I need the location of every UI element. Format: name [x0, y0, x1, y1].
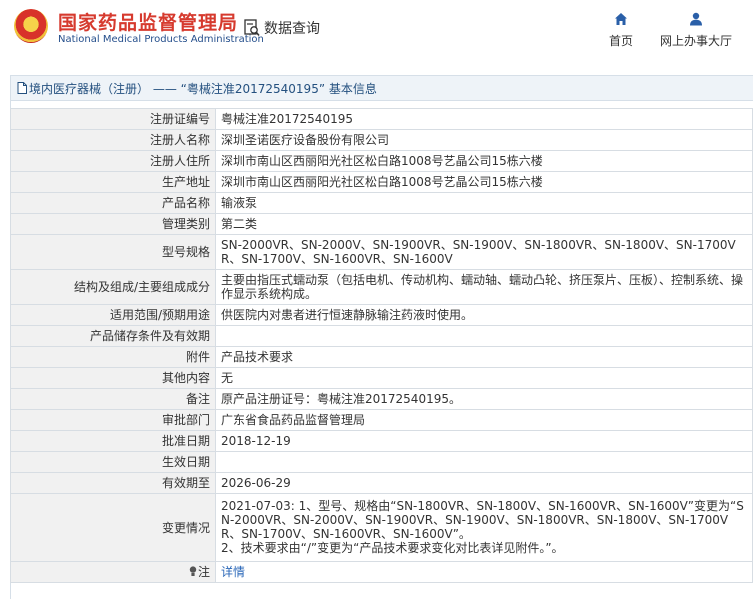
- field-value: 广东省食品药品监督管理局: [215, 409, 753, 431]
- field-value: 供医院内对患者进行恒速静脉输注药液时使用。: [215, 304, 753, 326]
- table-row: 产品储存条件及有效期: [10, 325, 753, 347]
- table-row: 附件 产品技术要求: [10, 346, 753, 368]
- table-row: 审批部门 广东省食品药品监督管理局: [10, 409, 753, 431]
- note-label-cell: 注: [10, 561, 216, 583]
- table-row: 生效日期: [10, 451, 753, 473]
- field-value: 深圳圣诺医疗设备股份有限公司: [215, 129, 753, 151]
- table-row-note: 注详情: [10, 561, 753, 583]
- nav-online-service-hall-label: 网上办事大厅: [659, 34, 732, 48]
- table-row: 生产地址 深圳市南山区西丽阳光社区松白路1008号艺晶公司15栋六楼: [10, 171, 753, 193]
- table-row: 产品名称 输液泵: [10, 192, 753, 214]
- table-row: 注册证编号 粤械注准20172540195: [10, 108, 753, 130]
- field-value: 深圳市南山区西丽阳光社区松白路1008号艺晶公司15栋六楼: [215, 171, 753, 193]
- table-row: 备注 原产品注册证号：粤械注准20172540195。: [10, 388, 753, 410]
- table-row-change-history: 变更情况 2021-07-03: 1、型号、规格由“SN-1800VR、SN-18…: [10, 493, 753, 562]
- home-icon: [615, 13, 627, 25]
- field-value: 深圳市南山区西丽阳光社区松白路1008号艺晶公司15栋六楼: [215, 150, 753, 172]
- field-label: 有效期至: [10, 472, 216, 494]
- table-row: 管理类别 第二类: [10, 213, 753, 235]
- national-emblem-logo: ★: [14, 9, 48, 43]
- field-label: 注册人名称: [10, 129, 216, 151]
- field-label: 产品储存条件及有效期: [10, 325, 216, 347]
- table-row: 型号规格 SN-2000VR、SN-2000V、SN-1900VR、SN-1900…: [10, 234, 753, 270]
- field-value: SN-2000VR、SN-2000V、SN-1900VR、SN-1900V、SN…: [215, 234, 753, 270]
- table-row: 有效期至 2026-06-29: [10, 472, 753, 494]
- change-history-value: 2021-07-03: 1、型号、规格由“SN-1800VR、SN-1800V、…: [215, 493, 753, 562]
- field-value: 2018-12-19: [215, 430, 753, 452]
- panel-title-bar: 境内医疗器械（注册） —— “粤械注准20172540195” 基本信息: [11, 76, 753, 101]
- panel-title: 境内医疗器械（注册） —— “粤械注准20172540195” 基本信息: [29, 81, 377, 96]
- details-link[interactable]: 详情: [221, 565, 245, 579]
- field-value: [215, 451, 753, 473]
- brand-title-cn: 国家药品监督管理局: [58, 12, 239, 34]
- field-label: 附件: [10, 346, 216, 368]
- table-row: 注册人名称 深圳圣诺医疗设备股份有限公司: [10, 129, 753, 151]
- field-label: 型号规格: [10, 234, 216, 270]
- field-label: 生产地址: [10, 171, 216, 193]
- field-label: 备注: [10, 388, 216, 410]
- note-value: 详情: [215, 561, 753, 583]
- document-icon: [17, 82, 27, 94]
- field-label: 审批部门: [10, 409, 216, 431]
- table-row: 注册人住所 深圳市南山区西丽阳光社区松白路1008号艺晶公司15栋六楼: [10, 150, 753, 172]
- data-query-link[interactable]: 数据查询: [244, 17, 320, 39]
- table-row: 结构及组成/主要组成成分 主要由指压式蠕动泵（包括电机、传动机构、蠕动轴、蠕动凸轮…: [10, 269, 753, 305]
- field-label: 产品名称: [10, 192, 216, 214]
- field-value: [215, 325, 753, 347]
- table-row: 其他内容无: [10, 367, 753, 389]
- field-value: 无: [215, 367, 753, 389]
- site-header: ★ 国家药品监督管理局 National Medical Products Ad…: [0, 0, 753, 64]
- field-value: 主要由指压式蠕动泵（包括电机、传动机构、蠕动轴、蠕动凸轮、挤压泵片、压板）、控制…: [215, 269, 753, 305]
- table-row: 适用范围/预期用途 供医院内对患者进行恒速静脉输注药液时使用。: [10, 304, 753, 326]
- bulb-icon: [189, 566, 197, 576]
- field-label: 注册人住所: [10, 150, 216, 172]
- data-query-label: 数据查询: [264, 21, 320, 37]
- user-icon: [690, 12, 702, 26]
- note-label: 注: [197, 565, 210, 579]
- field-label: 适用范围/预期用途: [10, 304, 216, 326]
- field-value: 第二类: [215, 213, 753, 235]
- field-label: 注册证编号: [10, 108, 216, 130]
- field-label: 结构及组成/主要组成成分: [10, 269, 216, 305]
- search-document-icon: [244, 19, 260, 37]
- field-value: 粤械注准20172540195: [215, 108, 753, 130]
- field-value: 输液泵: [215, 192, 753, 214]
- field-label: 生效日期: [10, 451, 216, 473]
- field-value: 原产品注册证号：粤械注准20172540195。: [215, 388, 753, 410]
- change-history-line-1: 2021-07-03: 1、型号、规格由“SN-1800VR、SN-1800V、…: [221, 499, 744, 541]
- field-label: 批准日期: [10, 430, 216, 452]
- nav-home[interactable]: 首页: [604, 12, 638, 49]
- nav-home-label: 首页: [608, 34, 633, 48]
- field-value: 产品技术要求: [215, 346, 753, 368]
- field-value: 2026-06-29: [215, 472, 753, 494]
- field-label: 管理类别: [10, 213, 216, 235]
- field-label: 其他内容: [10, 367, 216, 389]
- table-row: 批准日期 2018-12-19: [10, 430, 753, 452]
- nav-online-service-hall[interactable]: 网上办事大厅: [656, 12, 736, 49]
- brand-title-en: National Medical Products Administration: [58, 34, 264, 45]
- field-label: 变更情况: [10, 493, 216, 562]
- registration-info-table: 注册证编号 粤械注准20172540195 注册人名称 深圳圣诺医疗设备股份有限公司注…: [10, 108, 753, 583]
- change-history-line-2: 2、技术要求由“/”变更为“产品技术要求变化对比表详见附件。”。: [221, 541, 564, 555]
